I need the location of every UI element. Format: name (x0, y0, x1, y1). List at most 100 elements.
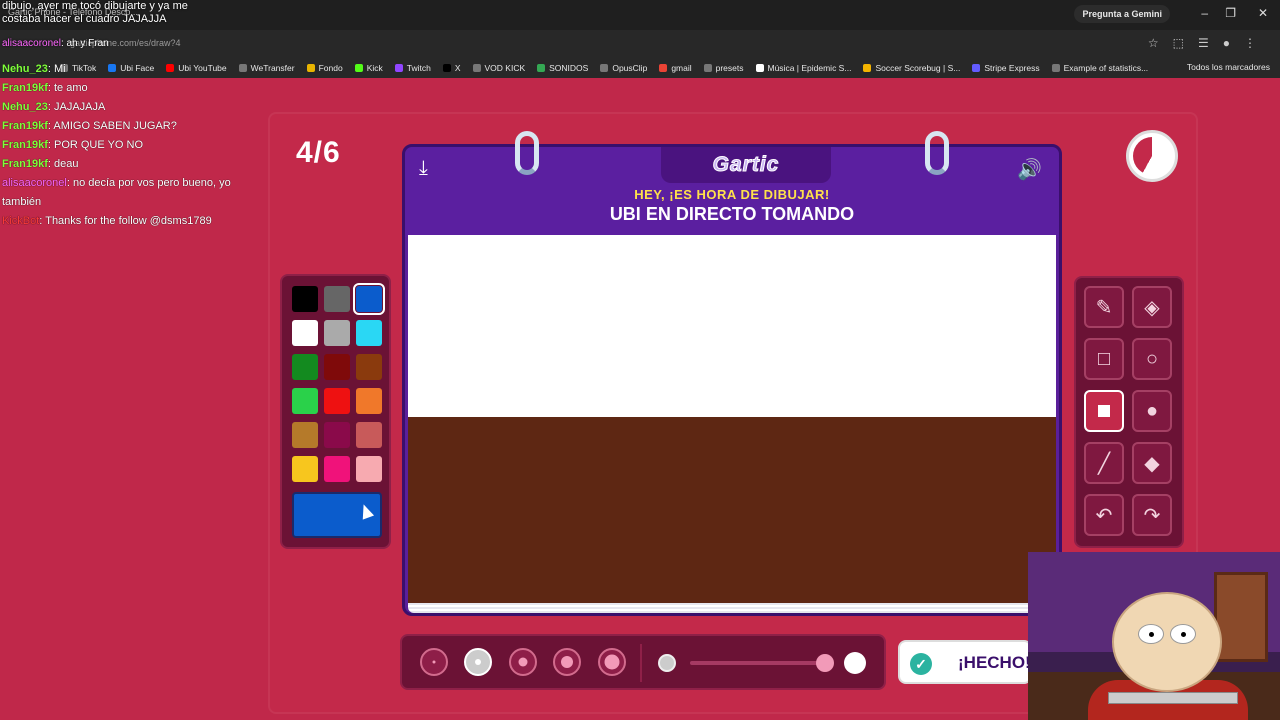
done-label: ¡HECHO! (958, 653, 1031, 672)
brush-size-option[interactable] (598, 648, 626, 676)
logo-tab: Gartic (661, 147, 831, 183)
color-swatch[interactable] (292, 354, 318, 380)
bookmark[interactable]: Kick (354, 63, 383, 73)
opacity-min-icon (658, 654, 676, 672)
color-swatch[interactable] (292, 320, 318, 346)
rect-fill-icon[interactable] (1084, 390, 1124, 432)
chat-overlay-line: alisaacoronel: ah y Fran (2, 38, 109, 49)
undo-icon[interactable]: ↶ (1084, 494, 1124, 536)
bookmark[interactable]: Twitch (394, 63, 431, 73)
chat-message: Fran19kf: te amo (2, 82, 88, 94)
chat-message: Nehu_23: JAJAJAJA (2, 101, 106, 113)
chat-list: Nehu_23: Mi Fran19kf: te amo Nehu_23: JA… (2, 60, 232, 231)
brush-size-option[interactable] (509, 648, 537, 676)
binder-ring-icon (515, 131, 539, 175)
timer-icon (1126, 130, 1178, 182)
color-swatch[interactable] (356, 354, 382, 380)
cam-keyboard (1108, 692, 1238, 704)
color-swatch[interactable] (292, 422, 318, 448)
bookmark[interactable]: VOD KICK (472, 63, 525, 73)
address-bar: garticphone.com/es/draw?4 ☆⬚☰●⋮ (0, 30, 1280, 58)
color-swatch[interactable] (356, 456, 382, 482)
eraser-icon[interactable]: ◈ (1132, 286, 1172, 328)
done-button[interactable]: ✓ ¡HECHO! (898, 640, 1032, 684)
color-swatch[interactable] (324, 320, 350, 346)
all-bookmarks[interactable]: Todos los marcadores (1187, 62, 1270, 72)
color-swatch[interactable] (292, 456, 318, 482)
page-edges (408, 603, 1056, 613)
cam-eye (1170, 624, 1196, 644)
color-swatch[interactable] (324, 354, 350, 380)
color-swatch[interactable] (356, 422, 382, 448)
drawn-brown-rectangle (408, 417, 1056, 603)
cam-eye (1138, 624, 1164, 644)
drawing-canvas[interactable] (408, 235, 1056, 603)
selected-tool-glyph (1095, 402, 1113, 420)
color-swatch[interactable] (324, 286, 350, 312)
fill-bucket-icon[interactable]: ◆ (1132, 442, 1172, 484)
webcam-overlay (1028, 552, 1280, 720)
bookmark[interactable]: gmail (659, 63, 692, 73)
bookmark[interactable]: OpusClip (600, 63, 647, 73)
chat-message: Fran19kf: POR QUE YO NO (2, 139, 144, 151)
timer-fill (1133, 137, 1171, 175)
drawing-board: Gartic ⤓ 🔊 HEY, ¡ES HORA DE DIBUJAR! UBI… (402, 131, 1062, 616)
toolbar-icons: ☆⬚☰●⋮ (1147, 36, 1270, 50)
circle-outline-icon[interactable]: ○ (1132, 338, 1172, 380)
minimize-icon[interactable]: – (1201, 6, 1208, 20)
brush-size-panel (400, 634, 886, 690)
chat-text: ah y Fran (66, 38, 109, 49)
circle-fill-icon[interactable]: ● (1132, 390, 1172, 432)
chat-message: Fran19kf: deau (2, 158, 79, 170)
cam-door (1214, 572, 1268, 662)
color-swatch[interactable] (292, 388, 318, 414)
chat-message: Fran19kf: AMIGO SABEN JUGAR? (2, 120, 177, 132)
brush-size-option[interactable] (464, 648, 492, 676)
bookmark[interactable]: Fondo (306, 63, 343, 73)
chat-message: Nehu_23: Mi (2, 63, 66, 75)
chat-username: alisaacoronel (2, 38, 61, 49)
bookmark[interactable]: Música | Epidemic S... (755, 63, 851, 73)
color-swatch[interactable] (292, 286, 318, 312)
color-swatch[interactable] (324, 456, 350, 482)
opacity-slider[interactable] (690, 661, 826, 665)
chat-message: alisaacoronel: no decía por vos pero bue… (2, 177, 231, 208)
draw-prompt: UBI EN DIRECTO TOMANDO (609, 204, 855, 224)
bookmark[interactable]: presets (703, 63, 744, 73)
redo-icon[interactable]: ↷ (1132, 494, 1172, 536)
bookmark[interactable]: Soccer Scorebug | S... (863, 63, 960, 73)
pencil-icon[interactable]: ✎ (1084, 286, 1124, 328)
gemini-button[interactable]: Pregunta a Gemini (1074, 5, 1170, 23)
bookmark[interactable]: X (442, 63, 461, 73)
binder-ring-icon (925, 131, 949, 175)
divider (640, 644, 642, 682)
chat-overlay-text: dibujo, ayer me tocó dibujarte y ya me c… (2, 0, 188, 25)
download-icon[interactable]: ⤓ (419, 157, 428, 180)
opacity-slider-handle[interactable] (816, 654, 834, 672)
tool-panel: ✎ ◈ □ ○ ● ╱ ◆ ↶ ↷ (1074, 276, 1184, 548)
chat-message: KickBot: Thanks for the follow @dsms1789 (2, 215, 212, 227)
color-swatch[interactable] (324, 422, 350, 448)
gartic-logo: Gartic (712, 153, 780, 177)
board-header: Gartic ⤓ 🔊 HEY, ¡ES HORA DE DIBUJAR! UBI… (405, 131, 1059, 237)
color-swatch[interactable] (356, 320, 382, 346)
bookmark[interactable]: Example of statistics... (1051, 63, 1148, 73)
brush-size-option[interactable] (553, 648, 581, 676)
bookmark[interactable]: WeTransfer (238, 63, 295, 73)
check-icon: ✓ (910, 653, 932, 675)
color-palette (280, 274, 391, 549)
line-icon[interactable]: ╱ (1084, 442, 1124, 484)
volume-icon[interactable]: 🔊 (1017, 157, 1042, 182)
bookmark[interactable]: Stripe Express (972, 63, 1040, 73)
color-swatch[interactable] (356, 388, 382, 414)
brush-size-option[interactable] (420, 648, 448, 676)
draw-instruction: HEY, ¡ES HORA DE DIBUJAR! (634, 187, 830, 202)
color-swatch[interactable] (324, 388, 350, 414)
color-swatch[interactable] (353, 283, 385, 315)
bookmark[interactable]: SONIDOS (537, 63, 588, 73)
close-icon[interactable]: ✕ (1258, 6, 1268, 20)
gemini-label: Pregunta a Gemini (1082, 9, 1162, 19)
rect-outline-icon[interactable]: □ (1084, 338, 1124, 380)
maximize-icon[interactable]: ❐ (1225, 6, 1236, 20)
cam-character-head (1112, 592, 1222, 692)
